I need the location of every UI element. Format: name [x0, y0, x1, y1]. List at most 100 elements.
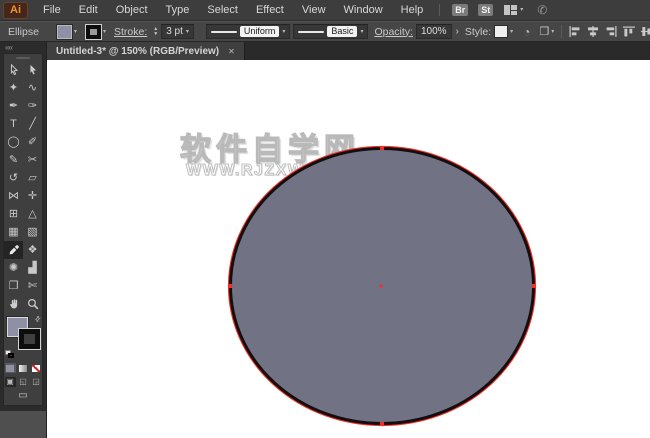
illustrator-logo: Ai [3, 1, 28, 19]
scissors-tool[interactable]: ✂ [23, 151, 42, 169]
fill-color-control[interactable]: ▾ [56, 24, 77, 39]
align-vertical-top-button[interactable] [623, 26, 636, 37]
tools-panel: ✦ ∿ ✒ ✑ T ╱ ◯ ✐ ✎ ✂ ↺ ▱ ⋈ ✛ ⊞ △ ▦ ▧ ❖ ✺ ▟ ❐ ✄ ⇄ ▣ ◱ [3, 53, 43, 406]
document-area: Untitled-3* @ 150% (RGB/Preview) ✕ 软件自学网… [46, 42, 650, 438]
artboard-tool[interactable]: ❐ [4, 277, 23, 295]
style-swatch-control[interactable]: ▾ [494, 25, 513, 38]
ellipse-shape[interactable] [47, 60, 650, 438]
stepper-down-icon[interactable]: ▼ [153, 32, 158, 37]
color-button[interactable] [4, 363, 16, 373]
slice-tool[interactable]: ✄ [23, 277, 42, 295]
stroke-weight-select[interactable]: 3 pt ▾ [161, 24, 194, 39]
curvature-tool[interactable]: ✑ [23, 97, 42, 115]
menubar-separator [439, 4, 441, 16]
menu-item-select[interactable]: Select [198, 0, 247, 20]
collapse-panel-button[interactable]: «« [3, 44, 43, 53]
swap-fill-stroke-icon[interactable]: ⇄ [33, 314, 43, 324]
close-icon[interactable]: ✕ [228, 47, 235, 56]
controlbar-separator [561, 25, 563, 38]
magic-wand-tool[interactable]: ✦ [4, 79, 23, 97]
opacity-link[interactable]: Opacity: [374, 26, 413, 38]
paint-mode-row [4, 361, 42, 375]
workspace-icon [504, 5, 518, 15]
panel-grip[interactable] [4, 54, 42, 61]
tab-bar: Untitled-3* @ 150% (RGB/Preview) ✕ [47, 42, 650, 60]
none-button[interactable] [31, 363, 42, 373]
column-graph-tool[interactable]: ▟ [23, 259, 42, 277]
menu-item-file[interactable]: File [34, 0, 70, 20]
uniform-profile-icon [210, 30, 237, 33]
align-horizontal-right-button[interactable] [605, 26, 618, 37]
stroke-panel-link[interactable]: Stroke: [114, 26, 147, 38]
tools-panel-wrap: «« ✦ ∿ ✒ ✑ T ╱ ◯ ✐ ✎ ✂ ↺ ▱ ⋈ ✛ ⊞ △ ▦ ▧ ❖ ✺ ▟ ❐ ✄ ⇄ [0, 42, 46, 411]
ellipse-tool[interactable]: ◯ [4, 133, 23, 151]
align-vertical-center-button[interactable] [641, 26, 650, 37]
zoom-tool[interactable] [23, 295, 42, 313]
gradient-button[interactable] [18, 363, 29, 373]
width-profile-select[interactable]: Uniform ▾ [205, 24, 291, 39]
lasso-tool[interactable]: ∿ [23, 79, 42, 97]
default-fill-stroke-icon[interactable] [5, 350, 15, 359]
blend-tool[interactable]: ❖ [23, 241, 42, 259]
workspace-switcher[interactable]: ▾ [504, 5, 523, 15]
menu-item-window[interactable]: Window [335, 0, 392, 20]
line-segment-tool[interactable]: ╱ [23, 115, 42, 133]
screen-mode-button[interactable]: ▭ [4, 389, 42, 405]
recolor-artwork-icon[interactable]: ◔ [523, 25, 530, 39]
eyedropper-tool[interactable] [4, 241, 23, 259]
opacity-value: 100% [420, 26, 447, 37]
symbol-sprayer-tool[interactable]: ✺ [4, 259, 23, 277]
pen-tool[interactable]: ✒ [4, 97, 23, 115]
menu-item-effect[interactable]: Effect [247, 0, 293, 20]
perspective-grid-tool[interactable]: △ [23, 205, 42, 223]
illustrator-window: Ai File Edit Object Type Select Effect View Win… [0, 0, 650, 438]
paintbrush-tool[interactable]: ✐ [23, 133, 42, 151]
bridge-button[interactable]: Br [452, 4, 469, 16]
stroke-color-box[interactable] [19, 329, 40, 349]
selection-tool[interactable] [4, 61, 23, 79]
document-icon: ❐ [539, 26, 550, 38]
opacity-expand-icon[interactable]: › [456, 26, 459, 37]
width-profile-value: Uniform [239, 26, 280, 37]
mesh-tool[interactable]: ▦ [4, 223, 23, 241]
draw-inside-button[interactable]: ◲ [31, 377, 42, 387]
free-transform-tool[interactable]: ▱ [23, 169, 42, 187]
basic-brush-icon [298, 30, 325, 33]
stroke-weight-stepper[interactable]: ▲ ▼ [153, 27, 158, 37]
menu-item-edit[interactable]: Edit [70, 0, 107, 20]
brush-definition-value: Basic [327, 26, 358, 37]
align-horizontal-left-button[interactable] [569, 26, 582, 37]
rotate-tool[interactable]: ↺ [4, 169, 23, 187]
style-swatch[interactable] [494, 25, 509, 38]
hand-tool[interactable] [4, 295, 23, 313]
align-horizontal-center-button[interactable] [587, 26, 600, 37]
chevron-down-icon: ▾ [73, 28, 77, 35]
direct-selection-tool[interactable] [23, 61, 42, 79]
pencil-tool[interactable]: ✎ [4, 151, 23, 169]
stroke-swatch[interactable] [85, 24, 101, 39]
style-label: Style: [464, 25, 492, 38]
stroke-color-control[interactable]: ▾ [85, 24, 106, 39]
isolate-object-control[interactable]: ❐ ▾ [539, 25, 554, 38]
menu-item-help[interactable]: Help [392, 0, 433, 20]
fill-stroke-indicator: ⇄ [4, 313, 43, 361]
fill-swatch[interactable] [56, 24, 72, 39]
width-tool[interactable]: ⋈ [4, 187, 23, 205]
draw-behind-button[interactable]: ◱ [18, 377, 29, 387]
shape-builder-tool[interactable]: ⊞ [4, 205, 23, 223]
chevron-down-icon: ▾ [520, 7, 524, 13]
document-tab[interactable]: Untitled-3* @ 150% (RGB/Preview) ✕ [47, 42, 245, 60]
gradient-tool[interactable]: ▧ [23, 223, 42, 241]
menu-item-type[interactable]: Type [157, 0, 199, 20]
menu-item-object[interactable]: Object [107, 0, 157, 20]
stroke-weight-value: 3 pt [166, 26, 183, 37]
opacity-field[interactable]: 100% [415, 24, 452, 39]
type-tool[interactable]: T [4, 115, 23, 133]
puppet-warp-tool[interactable]: ✛ [23, 187, 42, 205]
touch-workspace-icon[interactable]: ✆ [537, 3, 547, 17]
artboard-canvas[interactable]: 软件自学网 WWW.RJZXW.COM [47, 60, 650, 438]
brush-definition-select[interactable]: Basic ▾ [293, 24, 369, 39]
draw-normal-button[interactable]: ▣ [4, 377, 16, 387]
menu-item-view[interactable]: View [293, 0, 335, 20]
stock-button[interactable]: St [478, 4, 494, 16]
